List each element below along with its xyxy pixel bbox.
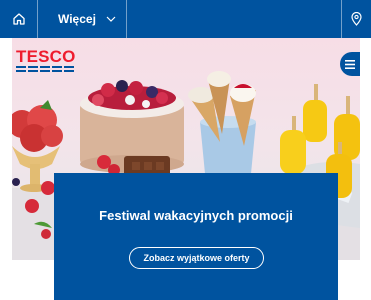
- promo-title: Festiwal wakacyjnych promocji: [99, 208, 293, 223]
- hamburger-menu-icon: [345, 59, 355, 69]
- chevron-down-icon: [106, 16, 116, 22]
- top-nav-bar: Więcej: [0, 0, 371, 38]
- promo-card: Festiwal wakacyjnych promocji Zobacz wyj…: [54, 173, 338, 300]
- see-offers-button[interactable]: Zobacz wyjątkowe oferty: [129, 247, 264, 269]
- more-menu-label: Więcej: [58, 12, 96, 26]
- tesco-logo-text: TESCO: [16, 47, 76, 66]
- more-menu-button[interactable]: Więcej: [38, 0, 127, 38]
- tesco-logo-stripes: [16, 66, 74, 72]
- home-button[interactable]: [0, 0, 38, 38]
- store-locator-button[interactable]: [341, 0, 371, 38]
- tesco-logo[interactable]: TESCO: [16, 47, 78, 72]
- page: Więcej TESCO Festiwal wakacyjnych promoc…: [0, 0, 371, 300]
- location-pin-icon: [351, 12, 362, 26]
- hamburger-menu-button[interactable]: [340, 52, 360, 76]
- home-icon: [12, 13, 25, 25]
